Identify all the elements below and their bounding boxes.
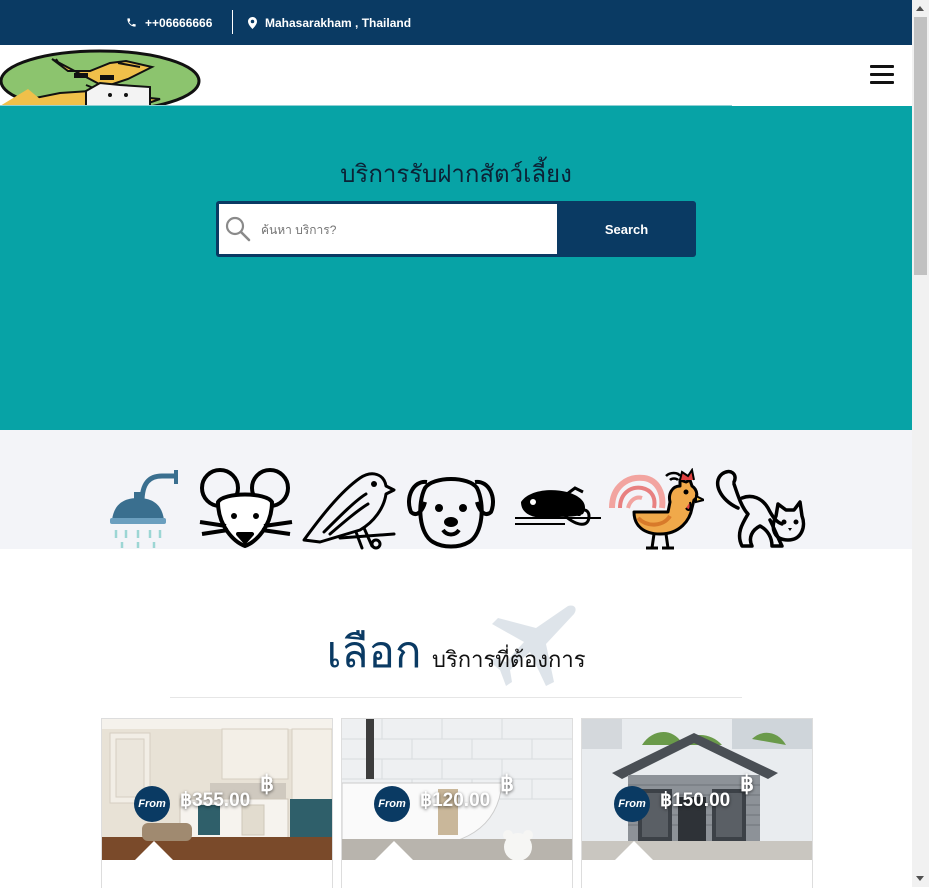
bird-icon[interactable]	[300, 468, 396, 552]
menu-bar	[870, 81, 894, 84]
search-form: Search	[216, 201, 696, 257]
dog-icon[interactable]	[403, 468, 499, 552]
search-icon	[225, 216, 251, 242]
phone-contact[interactable]: ++06666666	[126, 0, 212, 45]
menu-bar	[870, 65, 894, 68]
phone-text: ++06666666	[145, 15, 213, 30]
card-notch	[615, 841, 653, 860]
scroll-down-arrow-icon[interactable]	[916, 876, 924, 881]
site-header	[0, 45, 912, 106]
menu-bar	[870, 73, 894, 76]
location-text: Mahasarakham , Thailand	[265, 15, 412, 30]
card-notch	[135, 841, 173, 860]
service-card-1[interactable]: From ฿355.00 ฿	[101, 718, 333, 888]
category-strip	[0, 430, 912, 552]
scroll-up-arrow-icon[interactable]	[916, 6, 924, 11]
section-title-small: บริการที่ต้องการ	[432, 648, 586, 673]
search-box	[219, 204, 557, 256]
logo[interactable]	[0, 45, 202, 106]
map-marker-icon	[248, 16, 257, 29]
shower-icon[interactable]	[96, 468, 192, 552]
service-price: ฿355.00	[180, 790, 251, 811]
hero-section: บริการรับฝากสัตว์เลี้ยง Search	[0, 106, 912, 430]
section-title-big: เลือก	[326, 627, 422, 678]
page-scrollbar[interactable]	[912, 0, 929, 887]
currency-symbol: ฿	[500, 771, 514, 796]
from-badge: From	[614, 786, 650, 822]
from-badge: From	[134, 786, 170, 822]
chameleon-icon[interactable]	[505, 468, 601, 552]
scroll-thumb[interactable]	[914, 17, 927, 275]
service-card-2[interactable]: From ฿120.00 ฿	[341, 718, 573, 888]
card-notch	[375, 841, 413, 860]
topbar-divider	[232, 10, 233, 34]
rooster-icon[interactable]	[608, 468, 704, 552]
section-divider	[170, 697, 742, 698]
phone-icon	[127, 18, 136, 27]
mouse-icon[interactable]	[198, 468, 294, 552]
location-contact[interactable]: Mahasarakham , Thailand	[248, 0, 411, 45]
service-price: ฿120.00	[420, 790, 491, 811]
currency-symbol: ฿	[260, 771, 274, 796]
hero-title: บริการรับฝากสัตว์เลี้ยง	[340, 160, 572, 188]
service-card-3[interactable]: From ฿150.00 ฿	[581, 718, 813, 888]
cat-icon[interactable]	[712, 468, 808, 552]
section-heading: เลือก บริการที่ต้องการ	[0, 617, 912, 687]
currency-symbol: ฿	[740, 771, 754, 796]
service-price: ฿150.00	[660, 790, 731, 811]
from-badge: From	[374, 786, 410, 822]
search-input[interactable]	[259, 204, 553, 256]
search-button[interactable]: Search	[557, 201, 696, 257]
top-bar: ++06666666 Mahasarakham , Thailand	[0, 0, 912, 45]
hamburger-menu-button[interactable]	[870, 65, 894, 85]
